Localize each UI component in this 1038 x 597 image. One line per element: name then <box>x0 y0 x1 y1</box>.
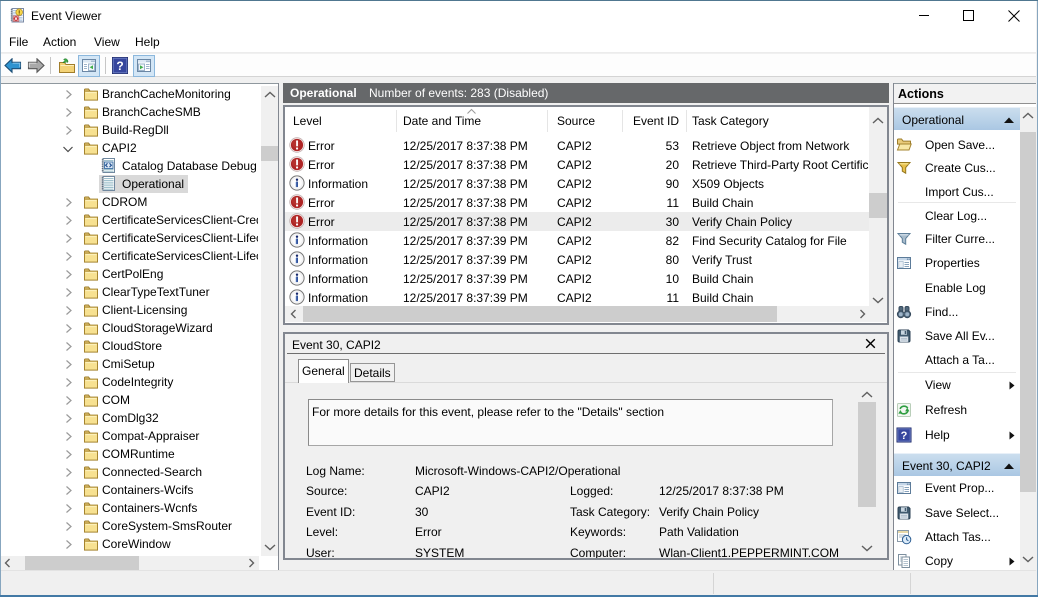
svg-text:?: ? <box>116 59 123 73</box>
svg-text:?: ? <box>901 430 908 442</box>
